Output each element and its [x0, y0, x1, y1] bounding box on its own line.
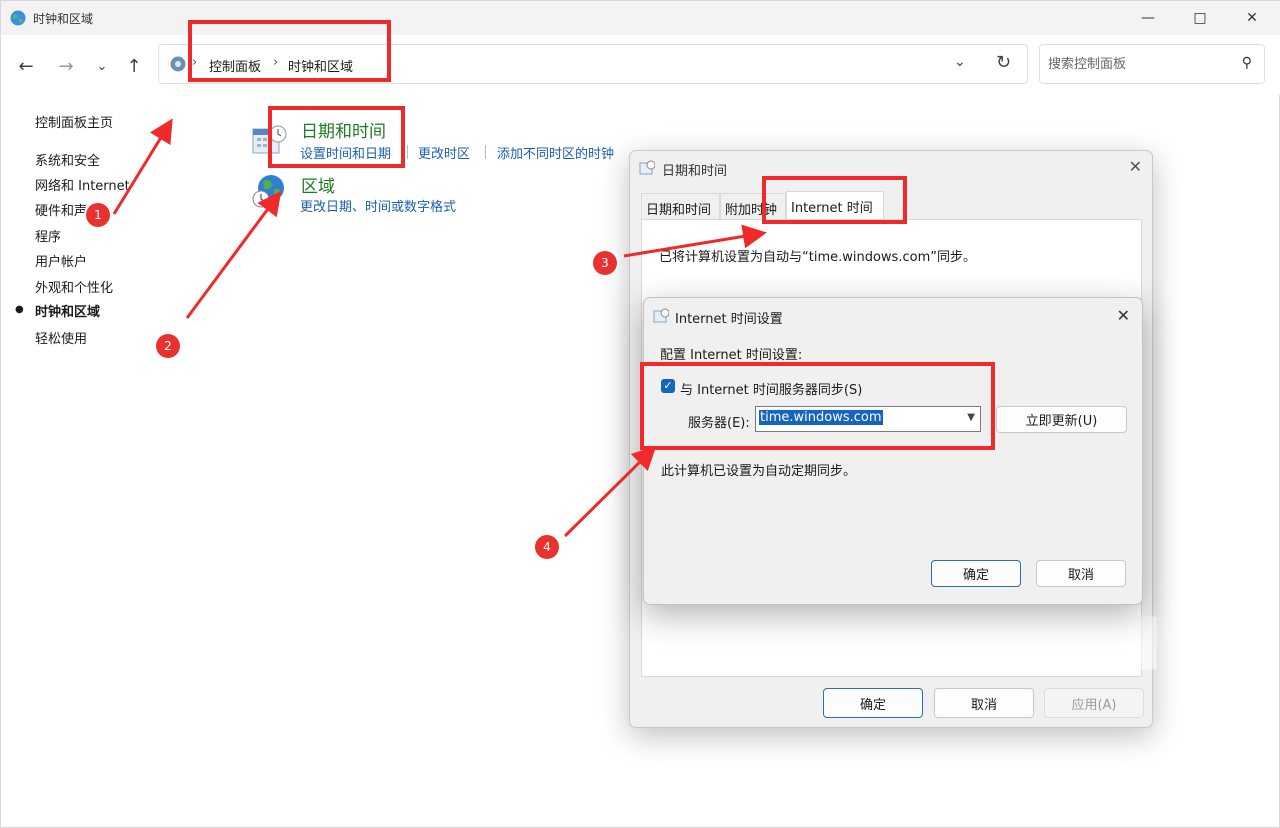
datetime-dialog-title: 日期和时间	[662, 164, 728, 179]
step-badge-3: 3	[593, 251, 617, 275]
sidebar-item-system-security[interactable]: 系统和安全	[35, 150, 100, 169]
sync-status-message: 已将计算机设置为自动与“time.windows.com”同步。	[659, 250, 976, 265]
ok-button[interactable]: 确定	[931, 560, 1021, 587]
sidebar-item-ease-of-access[interactable]: 轻松使用	[35, 328, 87, 347]
cancel-button[interactable]: 取消	[934, 688, 1034, 718]
minimize-icon[interactable]: —	[1125, 1, 1171, 35]
link-divider	[485, 145, 486, 159]
close-icon[interactable]: ✕	[1117, 306, 1130, 325]
datetime-dialog-icon	[639, 160, 655, 175]
highlight-box-datetime	[268, 106, 405, 168]
close-icon[interactable]: ✕	[1129, 157, 1142, 176]
address-dropdown-icon[interactable]: ⌄	[954, 54, 966, 70]
internet-time-dialog-icon	[653, 308, 669, 323]
sidebar-item-clock-region[interactable]: 时钟和区域	[35, 301, 100, 320]
sidebar-item-appearance[interactable]: 外观和个性化	[35, 277, 113, 296]
change-timezone-link[interactable]: 更改时区	[418, 143, 470, 162]
region-title[interactable]: 区域	[301, 172, 335, 197]
update-now-button[interactable]: 立即更新(U)	[996, 406, 1127, 433]
change-formats-link[interactable]: 更改日期、时间或数字格式	[300, 196, 456, 215]
close-icon[interactable]: ✕	[1229, 1, 1275, 35]
window-title: 时钟和区域	[33, 12, 94, 26]
add-clocks-link[interactable]: 添加不同时区的时钟	[497, 143, 614, 162]
highlight-box-address	[188, 20, 391, 82]
search-icon[interactable]: ⚲	[1242, 55, 1252, 71]
search-box[interactable]: ⚲	[1039, 44, 1265, 84]
auto-sync-note: 此计算机已设置为自动定期同步。	[661, 464, 857, 479]
sidebar-home-link[interactable]: 控制面板主页	[35, 112, 113, 131]
active-bullet-icon: ●	[15, 304, 24, 315]
link-divider	[407, 145, 408, 159]
control-panel-icon	[170, 56, 186, 72]
step-badge-4: 4	[535, 535, 559, 559]
sidebar-item-network[interactable]: 网络和 Internet	[35, 175, 130, 194]
maximize-icon[interactable]: □	[1177, 1, 1223, 35]
ok-button[interactable]: 确定	[823, 688, 923, 718]
sidebar-item-user-accounts[interactable]: 用户帐户	[35, 251, 87, 270]
apply-button[interactable]: 应用(A)	[1044, 688, 1144, 718]
step-badge-2: 2	[156, 334, 180, 358]
region-globe-clock-icon	[252, 175, 284, 208]
refresh-icon[interactable]: ↻	[996, 52, 1011, 73]
forward-arrow-icon[interactable]: →	[53, 53, 79, 79]
recent-chevron-down-icon[interactable]: ⌄	[89, 53, 115, 79]
highlight-box-sync-settings	[640, 362, 995, 450]
search-input[interactable]	[1048, 54, 1228, 74]
internet-time-dialog-title: Internet 时间设置	[675, 312, 783, 327]
highlight-box-internet-tab	[762, 176, 907, 224]
step-badge-1: 1	[86, 203, 110, 227]
back-arrow-icon[interactable]: ←	[13, 53, 39, 79]
sidebar-item-programs[interactable]: 程序	[35, 226, 61, 245]
config-label: 配置 Internet 时间设置:	[660, 348, 803, 363]
internet-time-settings-dialog: Internet 时间设置 ✕ 配置 Internet 时间设置: ✓ 与 In…	[643, 297, 1143, 605]
globe-icon	[10, 10, 26, 26]
tab-datetime[interactable]: 日期和时间	[641, 193, 720, 219]
cancel-button[interactable]: 取消	[1036, 560, 1126, 587]
up-arrow-icon[interactable]: ↑	[121, 53, 147, 79]
